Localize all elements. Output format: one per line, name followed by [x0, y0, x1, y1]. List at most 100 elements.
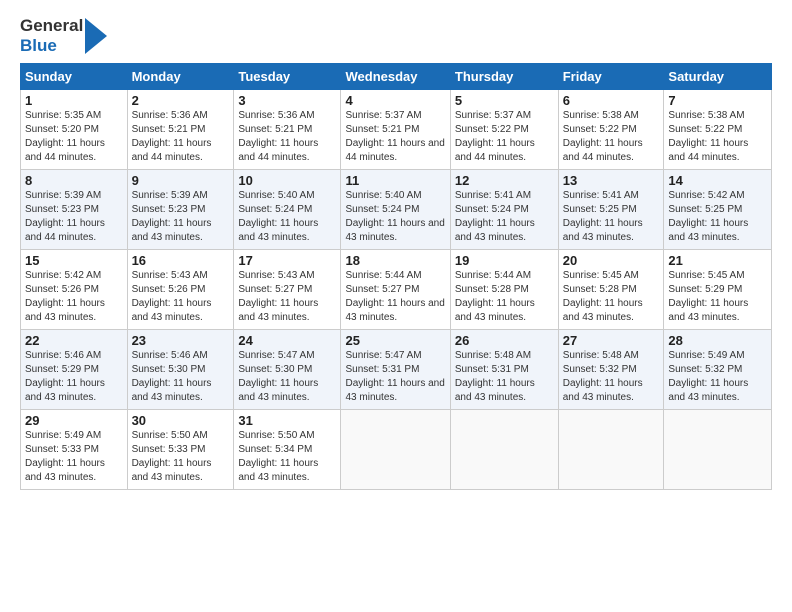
page: General Blue SundayMondayTuesdayWednesda… — [0, 0, 792, 612]
calendar-cell: 3Sunrise: 5:36 AM Sunset: 5:21 PM Daylig… — [234, 90, 341, 170]
day-number: 26 — [455, 333, 554, 348]
day-number: 29 — [25, 413, 123, 428]
logo: General Blue — [20, 16, 107, 55]
calendar-cell: 30Sunrise: 5:50 AM Sunset: 5:33 PM Dayli… — [127, 410, 234, 490]
day-info: Sunrise: 5:45 AM Sunset: 5:28 PM Dayligh… — [563, 269, 660, 325]
calendar-table: SundayMondayTuesdayWednesdayThursdayFrid… — [20, 63, 772, 490]
col-header-saturday: Saturday — [664, 64, 772, 90]
day-number: 28 — [668, 333, 767, 348]
day-number: 4 — [345, 93, 445, 108]
calendar-cell: 10Sunrise: 5:40 AM Sunset: 5:24 PM Dayli… — [234, 170, 341, 250]
day-number: 13 — [563, 173, 660, 188]
calendar-cell: 4Sunrise: 5:37 AM Sunset: 5:21 PM Daylig… — [341, 90, 450, 170]
calendar-cell: 12Sunrise: 5:41 AM Sunset: 5:24 PM Dayli… — [450, 170, 558, 250]
day-info: Sunrise: 5:49 AM Sunset: 5:32 PM Dayligh… — [668, 349, 767, 405]
day-info: Sunrise: 5:43 AM Sunset: 5:26 PM Dayligh… — [132, 269, 230, 325]
day-info: Sunrise: 5:49 AM Sunset: 5:33 PM Dayligh… — [25, 429, 123, 485]
calendar-cell — [341, 410, 450, 490]
calendar-cell: 23Sunrise: 5:46 AM Sunset: 5:30 PM Dayli… — [127, 330, 234, 410]
day-info: Sunrise: 5:40 AM Sunset: 5:24 PM Dayligh… — [345, 189, 445, 245]
day-info: Sunrise: 5:42 AM Sunset: 5:26 PM Dayligh… — [25, 269, 123, 325]
calendar-cell — [664, 410, 772, 490]
day-number: 27 — [563, 333, 660, 348]
calendar-cell: 28Sunrise: 5:49 AM Sunset: 5:32 PM Dayli… — [664, 330, 772, 410]
week-row-5: 29Sunrise: 5:49 AM Sunset: 5:33 PM Dayli… — [21, 410, 772, 490]
day-number: 21 — [668, 253, 767, 268]
day-number: 2 — [132, 93, 230, 108]
calendar-cell: 24Sunrise: 5:47 AM Sunset: 5:30 PM Dayli… — [234, 330, 341, 410]
calendar-cell: 6Sunrise: 5:38 AM Sunset: 5:22 PM Daylig… — [558, 90, 664, 170]
day-number: 15 — [25, 253, 123, 268]
calendar-cell: 29Sunrise: 5:49 AM Sunset: 5:33 PM Dayli… — [21, 410, 128, 490]
day-number: 1 — [25, 93, 123, 108]
calendar-cell: 18Sunrise: 5:44 AM Sunset: 5:27 PM Dayli… — [341, 250, 450, 330]
day-info: Sunrise: 5:38 AM Sunset: 5:22 PM Dayligh… — [563, 109, 660, 165]
week-row-4: 22Sunrise: 5:46 AM Sunset: 5:29 PM Dayli… — [21, 330, 772, 410]
calendar-cell: 11Sunrise: 5:40 AM Sunset: 5:24 PM Dayli… — [341, 170, 450, 250]
day-info: Sunrise: 5:50 AM Sunset: 5:33 PM Dayligh… — [132, 429, 230, 485]
calendar-cell: 20Sunrise: 5:45 AM Sunset: 5:28 PM Dayli… — [558, 250, 664, 330]
col-header-wednesday: Wednesday — [341, 64, 450, 90]
week-row-3: 15Sunrise: 5:42 AM Sunset: 5:26 PM Dayli… — [21, 250, 772, 330]
col-header-monday: Monday — [127, 64, 234, 90]
day-info: Sunrise: 5:36 AM Sunset: 5:21 PM Dayligh… — [132, 109, 230, 165]
day-info: Sunrise: 5:47 AM Sunset: 5:31 PM Dayligh… — [345, 349, 445, 405]
week-row-2: 8Sunrise: 5:39 AM Sunset: 5:23 PM Daylig… — [21, 170, 772, 250]
calendar-cell: 21Sunrise: 5:45 AM Sunset: 5:29 PM Dayli… — [664, 250, 772, 330]
calendar-cell: 22Sunrise: 5:46 AM Sunset: 5:29 PM Dayli… — [21, 330, 128, 410]
day-number: 3 — [238, 93, 336, 108]
day-number: 19 — [455, 253, 554, 268]
col-header-thursday: Thursday — [450, 64, 558, 90]
day-number: 16 — [132, 253, 230, 268]
header: General Blue — [20, 16, 772, 55]
day-number: 25 — [345, 333, 445, 348]
day-info: Sunrise: 5:39 AM Sunset: 5:23 PM Dayligh… — [25, 189, 123, 245]
logo-wordmark: General Blue — [20, 16, 107, 55]
day-info: Sunrise: 5:46 AM Sunset: 5:30 PM Dayligh… — [132, 349, 230, 405]
logo-general: General — [20, 16, 83, 36]
calendar-cell: 8Sunrise: 5:39 AM Sunset: 5:23 PM Daylig… — [21, 170, 128, 250]
day-number: 23 — [132, 333, 230, 348]
day-info: Sunrise: 5:48 AM Sunset: 5:32 PM Dayligh… — [563, 349, 660, 405]
day-number: 14 — [668, 173, 767, 188]
day-number: 17 — [238, 253, 336, 268]
day-info: Sunrise: 5:46 AM Sunset: 5:29 PM Dayligh… — [25, 349, 123, 405]
day-number: 6 — [563, 93, 660, 108]
day-info: Sunrise: 5:44 AM Sunset: 5:28 PM Dayligh… — [455, 269, 554, 325]
day-number: 20 — [563, 253, 660, 268]
day-info: Sunrise: 5:37 AM Sunset: 5:22 PM Dayligh… — [455, 109, 554, 165]
calendar-cell: 31Sunrise: 5:50 AM Sunset: 5:34 PM Dayli… — [234, 410, 341, 490]
calendar-cell: 2Sunrise: 5:36 AM Sunset: 5:21 PM Daylig… — [127, 90, 234, 170]
day-number: 22 — [25, 333, 123, 348]
day-number: 31 — [238, 413, 336, 428]
calendar-cell: 5Sunrise: 5:37 AM Sunset: 5:22 PM Daylig… — [450, 90, 558, 170]
calendar-cell: 27Sunrise: 5:48 AM Sunset: 5:32 PM Dayli… — [558, 330, 664, 410]
day-number: 10 — [238, 173, 336, 188]
col-header-tuesday: Tuesday — [234, 64, 341, 90]
logo-text-block: General Blue — [20, 16, 83, 55]
day-info: Sunrise: 5:48 AM Sunset: 5:31 PM Dayligh… — [455, 349, 554, 405]
day-info: Sunrise: 5:36 AM Sunset: 5:21 PM Dayligh… — [238, 109, 336, 165]
day-info: Sunrise: 5:47 AM Sunset: 5:30 PM Dayligh… — [238, 349, 336, 405]
calendar-cell: 15Sunrise: 5:42 AM Sunset: 5:26 PM Dayli… — [21, 250, 128, 330]
calendar-header-row: SundayMondayTuesdayWednesdayThursdayFrid… — [21, 64, 772, 90]
logo-arrow-icon — [85, 18, 107, 54]
day-info: Sunrise: 5:41 AM Sunset: 5:25 PM Dayligh… — [563, 189, 660, 245]
calendar-cell: 1Sunrise: 5:35 AM Sunset: 5:20 PM Daylig… — [21, 90, 128, 170]
day-number: 24 — [238, 333, 336, 348]
day-info: Sunrise: 5:40 AM Sunset: 5:24 PM Dayligh… — [238, 189, 336, 245]
day-number: 7 — [668, 93, 767, 108]
day-number: 12 — [455, 173, 554, 188]
logo-blue: Blue — [20, 36, 83, 56]
day-info: Sunrise: 5:38 AM Sunset: 5:22 PM Dayligh… — [668, 109, 767, 165]
day-number: 30 — [132, 413, 230, 428]
day-number: 9 — [132, 173, 230, 188]
calendar-cell: 7Sunrise: 5:38 AM Sunset: 5:22 PM Daylig… — [664, 90, 772, 170]
day-info: Sunrise: 5:35 AM Sunset: 5:20 PM Dayligh… — [25, 109, 123, 165]
col-header-sunday: Sunday — [21, 64, 128, 90]
calendar-cell: 13Sunrise: 5:41 AM Sunset: 5:25 PM Dayli… — [558, 170, 664, 250]
calendar-cell: 14Sunrise: 5:42 AM Sunset: 5:25 PM Dayli… — [664, 170, 772, 250]
day-info: Sunrise: 5:44 AM Sunset: 5:27 PM Dayligh… — [345, 269, 445, 325]
day-info: Sunrise: 5:45 AM Sunset: 5:29 PM Dayligh… — [668, 269, 767, 325]
day-number: 8 — [25, 173, 123, 188]
